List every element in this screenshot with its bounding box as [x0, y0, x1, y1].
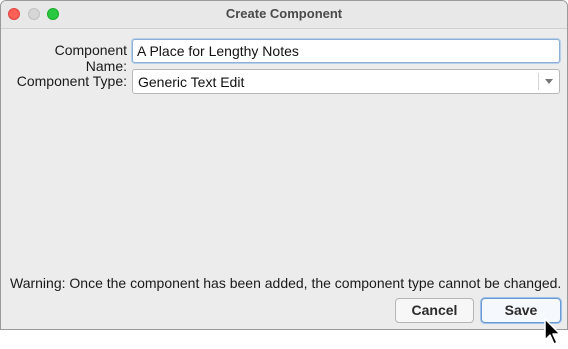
component-name-label: Component Name:: [54, 42, 127, 74]
component-type-value: Generic Text Edit: [138, 74, 245, 90]
create-component-dialog: Create Component Component Name: A Place…: [0, 0, 568, 330]
window-title: Create Component: [225, 6, 343, 21]
component-type-label: Component Type:: [16, 73, 127, 89]
warning-text: Warning: Once the component has been add…: [10, 275, 562, 291]
component-name-input[interactable]: A Place for Lengthy Notes: [132, 39, 560, 63]
cancel-button[interactable]: Cancel: [395, 298, 474, 323]
component-type-select[interactable]: Generic Text Edit: [132, 69, 560, 94]
title-bar[interactable]: Create Component: [1, 1, 567, 29]
select-divider: [538, 73, 539, 90]
mouse-pointer-icon: [544, 318, 561, 345]
chevron-down-icon[interactable]: [545, 79, 553, 84]
